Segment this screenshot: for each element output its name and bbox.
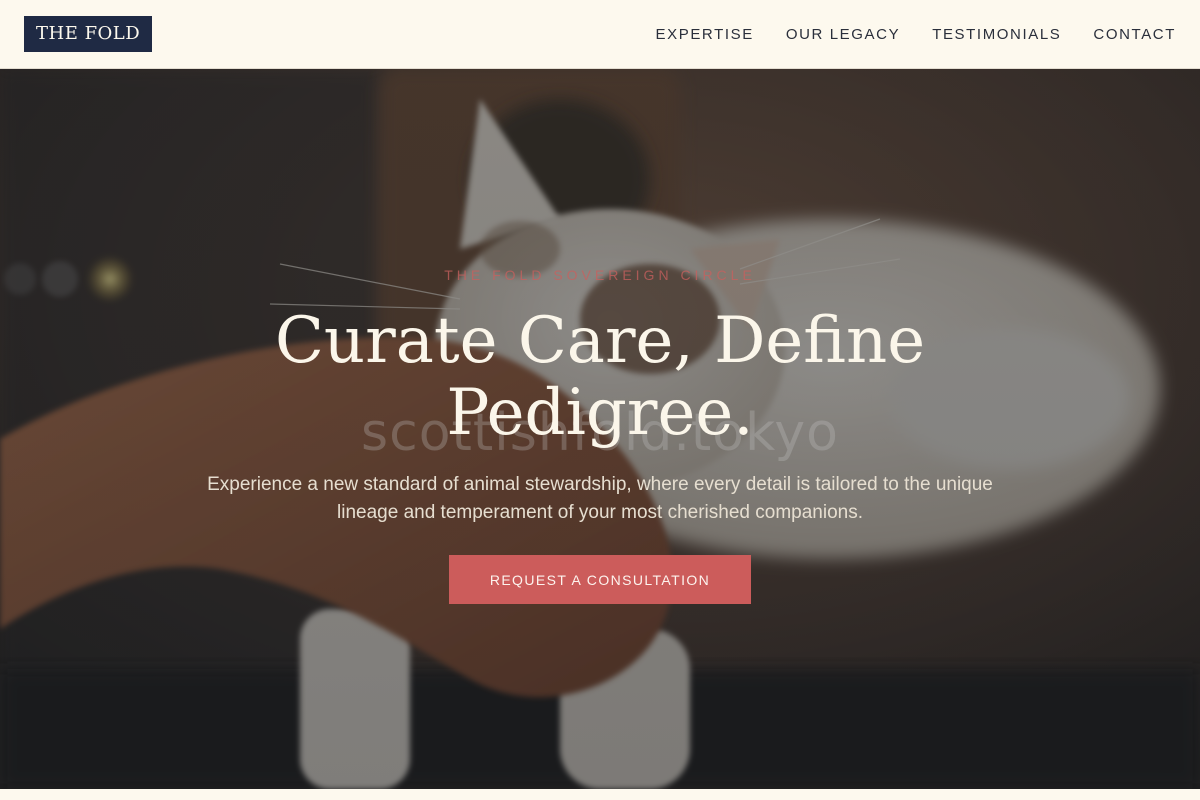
headline-line-2: Pedigree.	[446, 376, 754, 450]
main-nav: EXPERTISE OUR LEGACY TESTIMONIALS CONTAC…	[656, 26, 1177, 43]
nav-expertise[interactable]: EXPERTISE	[656, 26, 754, 43]
site-logo[interactable]: THE FOLD	[24, 16, 153, 52]
headline-line-1: Curate Care, Define	[274, 304, 926, 378]
site-header: THE FOLD EXPERTISE OUR LEGACY TESTIMONIA…	[0, 0, 1200, 69]
hero-subtext: Experience a new standard of animal stew…	[207, 474, 993, 523]
hero-eyebrow: THE FOLD SOVEREIGN CIRCLE	[444, 267, 756, 283]
hero-headline: Curate Care, Define Pedigree.	[0, 305, 1200, 449]
nav-our-legacy[interactable]: OUR LEGACY	[786, 26, 900, 43]
nav-testimonials[interactable]: TESTIMONIALS	[932, 26, 1061, 43]
hero-section: scottishfold.tokyo THE FOLD SOVEREIGN CI…	[0, 69, 1200, 789]
nav-contact[interactable]: CONTACT	[1093, 26, 1176, 43]
request-consultation-button[interactable]: REQUEST A CONSULTATION	[449, 555, 751, 604]
